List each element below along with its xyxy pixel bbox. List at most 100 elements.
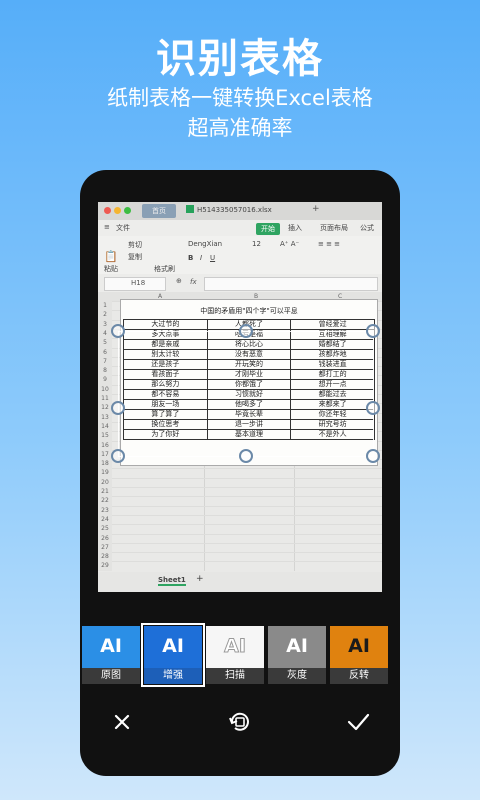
row-number: 15	[101, 432, 109, 440]
hero-subtitle-line1: 纸制表格一键转换Excel表格	[107, 86, 373, 110]
crop-handle-top-left[interactable]	[111, 324, 125, 338]
menu-layout: 页面布局	[320, 224, 348, 232]
row-number: 5	[103, 339, 107, 347]
filter-enhance[interactable]: AI 增强	[141, 623, 205, 687]
table-cell: 来都来了	[290, 399, 375, 410]
rotate-icon	[229, 712, 249, 731]
excel-file-icon	[186, 205, 194, 213]
table-cell: 基本道理	[206, 429, 292, 440]
row-number: 20	[101, 478, 109, 486]
table-cell: 他喝多了	[206, 399, 292, 410]
row-number: 29	[101, 562, 109, 570]
table-cell: 孩都炸地	[290, 349, 375, 360]
table-cell: 习惯就好	[206, 389, 292, 400]
grid-line	[112, 496, 382, 498]
formula-input	[204, 277, 378, 291]
check-icon	[347, 713, 370, 731]
filter-thumbnail: AI	[330, 626, 388, 668]
row-number: 16	[101, 441, 109, 449]
grid-line	[112, 561, 382, 563]
grid-line	[112, 524, 382, 526]
menu-start: 开始	[256, 223, 280, 235]
maximize-dot-icon	[124, 207, 131, 214]
ai-badge: AI	[100, 635, 122, 657]
crop-handle-bottom-left[interactable]	[111, 449, 125, 463]
filter-label: 灰度	[268, 668, 326, 684]
row-number: 23	[101, 506, 109, 514]
filter-thumbnail: AI	[206, 626, 264, 668]
crop-handle-right[interactable]	[366, 401, 380, 415]
row-number: 10	[101, 385, 109, 393]
table-cell: 换位思考	[123, 419, 208, 430]
close-dot-icon	[104, 207, 111, 214]
row-number: 19	[101, 469, 109, 477]
sheet-tab: Sheet1	[158, 576, 186, 586]
row-number: 25	[101, 525, 109, 533]
table-row: 还是孩子 开玩笑的 钱装进直	[123, 359, 375, 370]
row-number: 6	[103, 348, 107, 356]
table-row: 别太计较 没有恶意 孩都炸地	[123, 349, 375, 360]
crop-handle-top-right[interactable]	[366, 324, 380, 338]
menu-icon: ≡	[104, 223, 110, 231]
grid-line	[112, 514, 382, 516]
crop-edge-left	[118, 331, 119, 457]
copy-label: 复制	[128, 253, 142, 261]
table-cell: 大过节的	[123, 319, 208, 330]
crop-handle-left[interactable]	[111, 401, 125, 415]
format-painter-label: 格式刷	[154, 265, 175, 273]
underline-icon: U	[210, 254, 216, 262]
table-cell: 为了你好	[123, 429, 208, 440]
rotate-button[interactable]	[218, 700, 262, 744]
filter-scan[interactable]: AI 扫描	[206, 626, 264, 684]
crop-edge-right	[373, 331, 374, 457]
crop-handle-bottom[interactable]	[239, 449, 253, 463]
grid-line	[112, 477, 382, 479]
paste-label: 粘贴	[104, 265, 118, 273]
table-row: 都不容易 习惯就好 都能过去	[123, 389, 375, 400]
zoom-icon: ⊕	[176, 277, 182, 285]
filter-original[interactable]: AI 原图	[82, 626, 140, 684]
table-row: 那么努力 你都饿了 想开一点	[123, 379, 375, 390]
table-cell: 那么努力	[123, 379, 208, 390]
table-cell: 还是孩子	[123, 359, 208, 370]
row-number: 3	[103, 320, 107, 328]
sheet-tab-bar: Sheet1 +	[98, 572, 382, 592]
table-cell: 都不容易	[123, 389, 208, 400]
row-number: 13	[101, 413, 109, 421]
filter-invert[interactable]: AI 反转	[330, 626, 388, 684]
table-cell: 都能过去	[290, 389, 375, 400]
crop-handle-bottom-right[interactable]	[366, 449, 380, 463]
filter-thumbnail: AI	[82, 626, 140, 668]
confirm-button[interactable]	[336, 700, 380, 744]
action-bar	[80, 700, 400, 760]
crop-handle-top[interactable]	[239, 324, 253, 338]
row-number: 4	[103, 329, 107, 337]
file-tab: H514335057016.xlsx	[186, 205, 272, 214]
table-cell: 想开一点	[290, 379, 375, 390]
formula-bar: H18 ⊕ fx	[98, 274, 382, 292]
table-row: 为了你好 基本道理 不是外人	[123, 429, 375, 440]
filter-thumbnail: AI	[268, 626, 326, 668]
cancel-button[interactable]	[100, 700, 144, 744]
filter-grayscale[interactable]: AI 灰度	[268, 626, 326, 684]
table-cell: 你还年轻	[290, 409, 375, 420]
grid-line	[112, 468, 382, 470]
row-header: 1 2 3 4 5 6 7 8 9 10 11 12 13 14 15 16 17 18 19 20 21 22 23 24 2…	[98, 301, 112, 571]
table-cell: 都是亲戚	[123, 339, 208, 350]
fx-label: fx	[190, 278, 197, 286]
ribbon-toolbar: 📋 粘贴 剪切 复制 格式刷 DengXian 12 B I U A⁺ A⁻ ≡…	[98, 236, 382, 274]
row-number: 11	[101, 395, 109, 402]
table-row: 看孩面子 才刚毕业 都打工的	[123, 369, 375, 380]
hero-subtitle-line2: 超高准确率	[187, 116, 293, 140]
window-title-bar: 首页 H514335057016.xlsx +	[98, 202, 382, 220]
table-title: 中国的矛盾用"四个字"可以平息	[200, 307, 298, 315]
table-cell: 别太计较	[123, 349, 208, 360]
row-number: 14	[101, 422, 109, 430]
filter-label: 反转	[330, 668, 388, 684]
font-grow-icon: A⁺ A⁻	[280, 240, 300, 248]
table-row: 都是亲戚 将心比心 婚都结了	[123, 339, 375, 350]
table-cell: 曾经爱过	[290, 319, 375, 330]
table-row: 朋友一场 他喝多了 来都来了	[123, 399, 375, 410]
grid-line	[112, 533, 382, 535]
table-cell: 你都饿了	[206, 379, 292, 390]
